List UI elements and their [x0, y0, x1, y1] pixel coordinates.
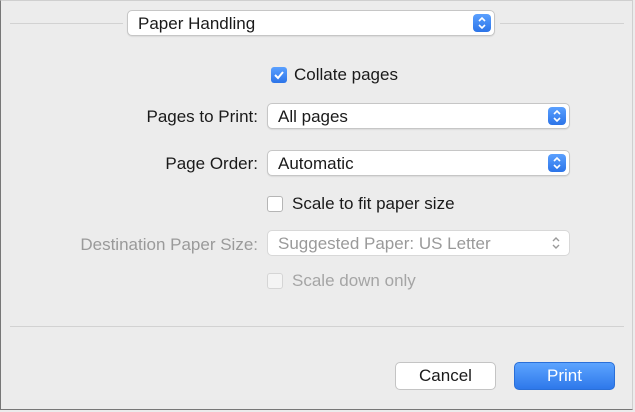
pages-to-print-value: All pages [278, 107, 348, 126]
pages-to-print-popup[interactable]: All pages [267, 103, 570, 129]
section-popup[interactable]: Paper Handling [127, 10, 495, 36]
top-separator-right [500, 23, 624, 24]
collate-checkbox[interactable] [271, 67, 287, 83]
scale-down-only-label: Scale down only [292, 271, 416, 290]
checkmark-icon [274, 71, 284, 80]
scale-to-fit-label[interactable]: Scale to fit paper size [292, 194, 455, 214]
destination-paper-size-popup[interactable]: Suggested Paper: US Letter [267, 230, 570, 256]
destination-paper-size-value: Suggested Paper: US Letter [278, 234, 491, 253]
popup-stepper-icon [552, 237, 560, 249]
popup-stepper-icon [548, 154, 566, 172]
page-order-label: Page Order: [165, 154, 258, 173]
popup-stepper-icon [548, 107, 566, 125]
cancel-button[interactable]: Cancel [395, 362, 496, 390]
page-order-popup[interactable]: Automatic [267, 150, 570, 176]
collate-label[interactable]: Collate pages [294, 65, 398, 85]
page-order-value: Automatic [278, 154, 354, 173]
scale-to-fit-checkbox[interactable] [267, 196, 283, 212]
destination-paper-size-label: Destination Paper Size: [80, 235, 258, 254]
scale-down-only-checkbox[interactable] [267, 273, 283, 289]
section-popup-value: Paper Handling [138, 14, 256, 33]
pages-to-print-label: Pages to Print: [146, 107, 258, 126]
bottom-separator [10, 326, 624, 327]
top-separator-left [10, 23, 123, 24]
print-button[interactable]: Print [514, 362, 615, 390]
popup-stepper-icon [473, 14, 491, 32]
